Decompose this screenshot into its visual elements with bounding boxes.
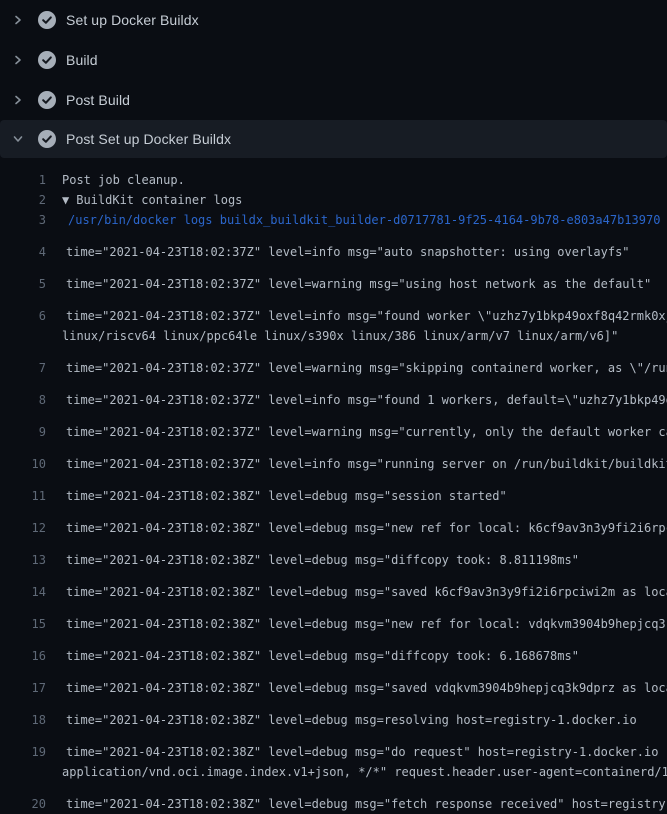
line-number[interactable]: 5: [0, 274, 46, 294]
check-circle-icon: [38, 51, 56, 69]
log-row: 17time="2021-04-23T18:02:38Z" level=debu…: [0, 666, 667, 698]
log-row: 2 ▼ BuildKit container logs: [0, 190, 667, 210]
log-line-text: time="2021-04-23T18:02:37Z" level=warnin…: [46, 274, 651, 294]
log-line-text: time="2021-04-23T18:02:37Z" level=info m…: [46, 306, 667, 326]
line-number[interactable]: 2: [0, 190, 46, 210]
log-line-text: time="2021-04-23T18:02:38Z" level=debug …: [46, 646, 579, 666]
log-row: 9time="2021-04-23T18:02:37Z" level=warni…: [0, 410, 667, 442]
line-number[interactable]: 8: [0, 390, 46, 410]
log-line-text: time="2021-04-23T18:02:38Z" level=debug …: [46, 794, 667, 814]
log-line-text: linux/riscv64 linux/ppc64le linux/s390x …: [46, 326, 618, 346]
log-row: 19time="2021-04-23T18:02:38Z" level=debu…: [0, 730, 667, 762]
line-number[interactable]: 1: [0, 170, 46, 190]
log-row: application/vnd.oci.image.index.v1+json,…: [0, 762, 667, 782]
line-number[interactable]: 14: [0, 582, 46, 602]
line-number[interactable]: 16: [0, 646, 46, 666]
log-line-text: time="2021-04-23T18:02:38Z" level=debug …: [46, 550, 579, 570]
step-post-set-up-docker-buildx[interactable]: Post Set up Docker Buildx: [0, 120, 667, 158]
line-number[interactable]: 3: [0, 210, 46, 230]
log-row: 16time="2021-04-23T18:02:38Z" level=debu…: [0, 634, 667, 666]
log-row: 15time="2021-04-23T18:02:38Z" level=debu…: [0, 602, 667, 634]
line-number[interactable]: 12: [0, 518, 46, 538]
line-number: [0, 326, 46, 346]
line-number[interactable]: 4: [0, 242, 46, 262]
log-line-text: time="2021-04-23T18:02:37Z" level=info m…: [46, 242, 630, 262]
step-label: Post Build: [66, 92, 130, 108]
log-line-text: application/vnd.oci.image.index.v1+json,…: [46, 762, 667, 782]
check-circle-icon: [38, 130, 56, 148]
log-line-text: time="2021-04-23T18:02:38Z" level=debug …: [46, 710, 637, 730]
log-line-text: time="2021-04-23T18:02:38Z" level=debug …: [46, 614, 667, 634]
line-number[interactable]: 9: [0, 422, 46, 442]
step-label: Post Set up Docker Buildx: [66, 131, 231, 147]
step-label: Build: [66, 52, 98, 68]
log-panel: 1Post job cleanup.2 ▼ BuildKit container l…: [0, 158, 667, 814]
check-circle-icon: [38, 11, 56, 29]
log-row: 13time="2021-04-23T18:02:38Z" level=debu…: [0, 538, 667, 570]
line-number[interactable]: 6: [0, 306, 46, 326]
check-circle-icon: [38, 91, 56, 109]
log-line-text: time="2021-04-23T18:02:37Z" level=info m…: [46, 454, 667, 474]
log-line-text: time="2021-04-23T18:02:38Z" level=debug …: [46, 582, 667, 602]
log-row: 20time="2021-04-23T18:02:38Z" level=debu…: [0, 782, 667, 814]
log-line-text: time="2021-04-23T18:02:38Z" level=debug …: [46, 742, 667, 762]
log-line-text: time="2021-04-23T18:02:37Z" level=info m…: [46, 390, 667, 410]
line-number[interactable]: 19: [0, 742, 46, 762]
log-row: 4time="2021-04-23T18:02:37Z" level=info …: [0, 230, 667, 262]
log-row: 3/usr/bin/docker logs buildx_buildkit_bu…: [0, 210, 667, 230]
line-number[interactable]: 7: [0, 358, 46, 378]
log-row: 6time="2021-04-23T18:02:37Z" level=info …: [0, 294, 667, 326]
log-row: 8time="2021-04-23T18:02:37Z" level=info …: [0, 378, 667, 410]
log-row: linux/riscv64 linux/ppc64le linux/s390x …: [0, 326, 667, 346]
step-label: Set up Docker Buildx: [66, 12, 199, 28]
log-line-text: time="2021-04-23T18:02:37Z" level=warnin…: [46, 422, 667, 442]
line-number[interactable]: 10: [0, 454, 46, 474]
log-row: 14time="2021-04-23T18:02:38Z" level=debu…: [0, 570, 667, 602]
step-list: Set up Docker Buildx Build Post Build Po…: [0, 0, 667, 158]
chevron-right-icon: [10, 52, 26, 68]
log-row: 11time="2021-04-23T18:02:38Z" level=debu…: [0, 474, 667, 506]
step-set-up-docker-buildx[interactable]: Set up Docker Buildx: [0, 0, 667, 40]
line-number[interactable]: 17: [0, 678, 46, 698]
chevron-down-icon: [10, 131, 26, 147]
step-build[interactable]: Build: [0, 40, 667, 80]
log-group-header[interactable]: ▼ BuildKit container logs: [46, 190, 242, 210]
chevron-right-icon: [10, 12, 26, 28]
log-line-text: time="2021-04-23T18:02:38Z" level=debug …: [46, 518, 667, 538]
log-line-text: time="2021-04-23T18:02:37Z" level=warnin…: [46, 358, 667, 378]
command-text: /usr/bin/docker logs buildx_buildkit_bui…: [46, 210, 660, 230]
chevron-right-icon: [10, 92, 26, 108]
log-line-text: Post job cleanup.: [46, 170, 185, 190]
line-number[interactable]: 11: [0, 486, 46, 506]
log-line-text: time="2021-04-23T18:02:38Z" level=debug …: [46, 486, 507, 506]
line-number[interactable]: 20: [0, 794, 46, 814]
line-number[interactable]: 13: [0, 550, 46, 570]
log-line-text: time="2021-04-23T18:02:38Z" level=debug …: [46, 678, 667, 698]
log-row: 12time="2021-04-23T18:02:38Z" level=debu…: [0, 506, 667, 538]
log-row: 7time="2021-04-23T18:02:37Z" level=warni…: [0, 346, 667, 378]
line-number[interactable]: 18: [0, 710, 46, 730]
log-row: 1Post job cleanup.: [0, 170, 667, 190]
log-lines: 1Post job cleanup.2 ▼ BuildKit container l…: [0, 170, 667, 814]
log-row: 5time="2021-04-23T18:02:37Z" level=warni…: [0, 262, 667, 294]
step-post-build[interactable]: Post Build: [0, 80, 667, 120]
line-number[interactable]: 15: [0, 614, 46, 634]
line-number: [0, 762, 46, 782]
log-row: 18time="2021-04-23T18:02:38Z" level=debu…: [0, 698, 667, 730]
group-label[interactable]: BuildKit container logs: [76, 193, 242, 207]
group-collapse-icon[interactable]: ▼: [62, 193, 69, 207]
log-row: 10time="2021-04-23T18:02:37Z" level=info…: [0, 442, 667, 474]
